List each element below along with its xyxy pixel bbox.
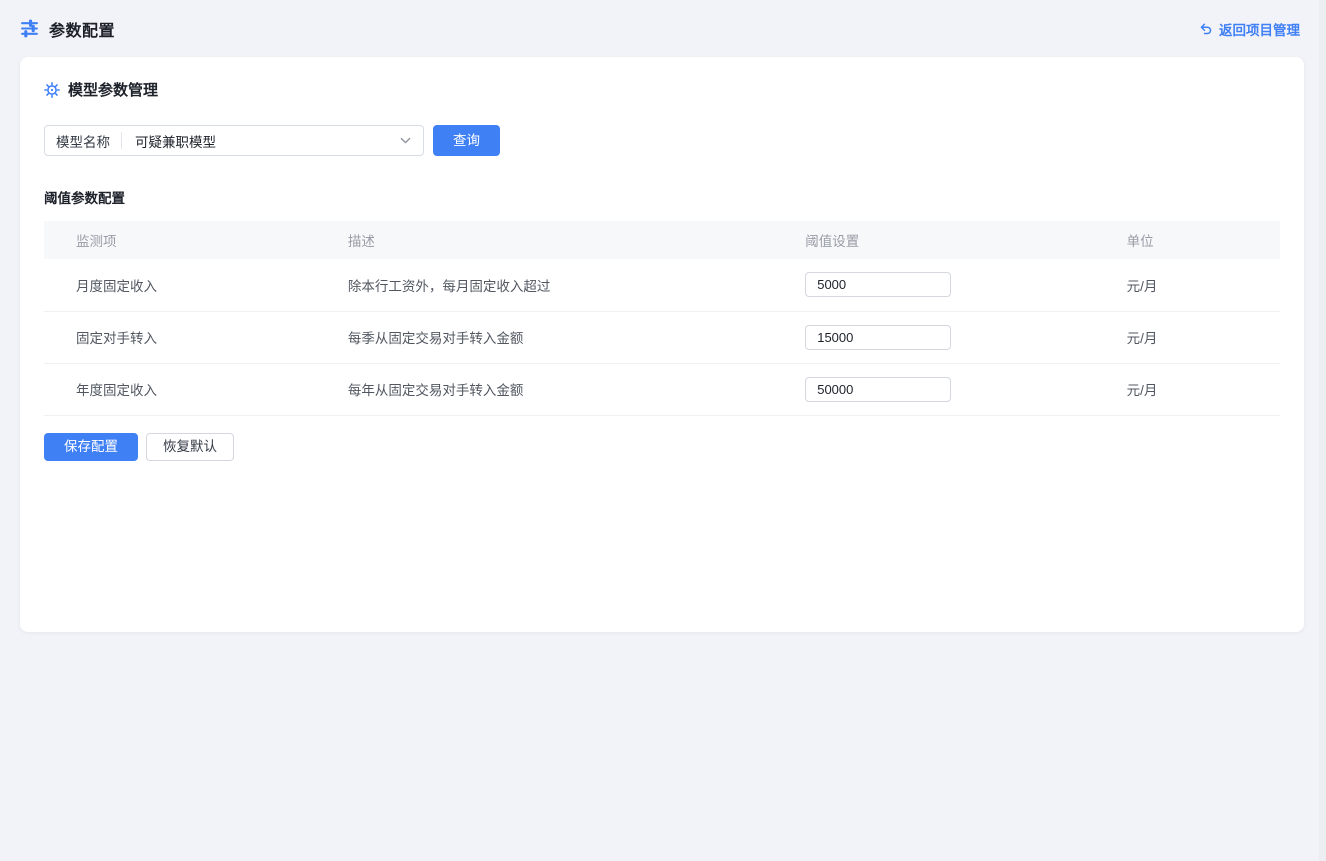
monitor-item-cell: 固定对手转入 [44, 311, 316, 363]
monitor-item-cell: 年度固定收入 [44, 363, 316, 415]
model-name-selected-value: 可疑兼职模型 [122, 131, 399, 151]
threshold-table-body: 月度固定收入 除本行工资外，每月固定收入超过 元/月 固定对手转入 每季从固定交… [44, 259, 1280, 415]
page-title: 参数配置 [49, 17, 115, 41]
model-select-row: 模型名称 可疑兼职模型 查询 [44, 125, 1280, 156]
sliders-icon [20, 19, 39, 38]
threshold-input[interactable] [805, 272, 951, 297]
restore-default-button[interactable]: 恢复默认 [146, 433, 234, 461]
top-bar: 参数配置 返回项目管理 [0, 0, 1326, 57]
threshold-table-header: 监测项 描述 阈值设置 单位 [44, 221, 1280, 259]
card-title: 模型参数管理 [68, 79, 158, 100]
header-description: 描述 [316, 221, 773, 259]
model-name-select[interactable]: 模型名称 可疑兼职模型 [44, 125, 424, 156]
table-row: 固定对手转入 每季从固定交易对手转入金额 元/月 [44, 311, 1280, 363]
unit-cell: 元/月 [1095, 363, 1280, 415]
back-to-project-link[interactable]: 返回项目管理 [1199, 19, 1300, 39]
description-cell: 每季从固定交易对手转入金额 [316, 311, 773, 363]
model-name-label: 模型名称 [45, 131, 121, 151]
top-bar-left: 参数配置 [20, 17, 115, 41]
save-config-button[interactable]: 保存配置 [44, 433, 138, 461]
threshold-input[interactable] [805, 325, 951, 350]
gear-icon [44, 82, 60, 98]
monitor-item-cell: 月度固定收入 [44, 259, 316, 311]
undo-arrow-icon [1199, 22, 1213, 36]
header-monitor-item: 监测项 [44, 221, 316, 259]
query-button[interactable]: 查询 [433, 125, 500, 156]
back-link-label: 返回项目管理 [1219, 19, 1300, 39]
model-parameter-card: 模型参数管理 模型名称 可疑兼职模型 查询 阈值参数配置 监测项 描述 阈值设置 [20, 57, 1304, 632]
threshold-section-title: 阈值参数配置 [44, 187, 1280, 207]
header-unit: 单位 [1095, 221, 1280, 259]
table-row: 月度固定收入 除本行工资外，每月固定收入超过 元/月 [44, 259, 1280, 311]
table-header-row: 监测项 描述 阈值设置 单位 [44, 221, 1280, 259]
unit-cell: 元/月 [1095, 311, 1280, 363]
threshold-table: 监测项 描述 阈值设置 单位 月度固定收入 除本行工资外，每月固定收入超过 元/… [44, 221, 1280, 416]
description-cell: 每年从固定交易对手转入金额 [316, 363, 773, 415]
card-title-row: 模型参数管理 [44, 79, 1280, 100]
chevron-down-icon [399, 134, 423, 147]
threshold-input[interactable] [805, 377, 951, 402]
table-row: 年度固定收入 每年从固定交易对手转入金额 元/月 [44, 363, 1280, 415]
actions-row: 保存配置 恢复默认 [44, 433, 1280, 461]
header-threshold-setting: 阈值设置 [773, 221, 1094, 259]
unit-cell: 元/月 [1095, 259, 1280, 311]
description-cell: 除本行工资外，每月固定收入超过 [316, 259, 773, 311]
scrollbar-track[interactable] [1319, 0, 1326, 861]
